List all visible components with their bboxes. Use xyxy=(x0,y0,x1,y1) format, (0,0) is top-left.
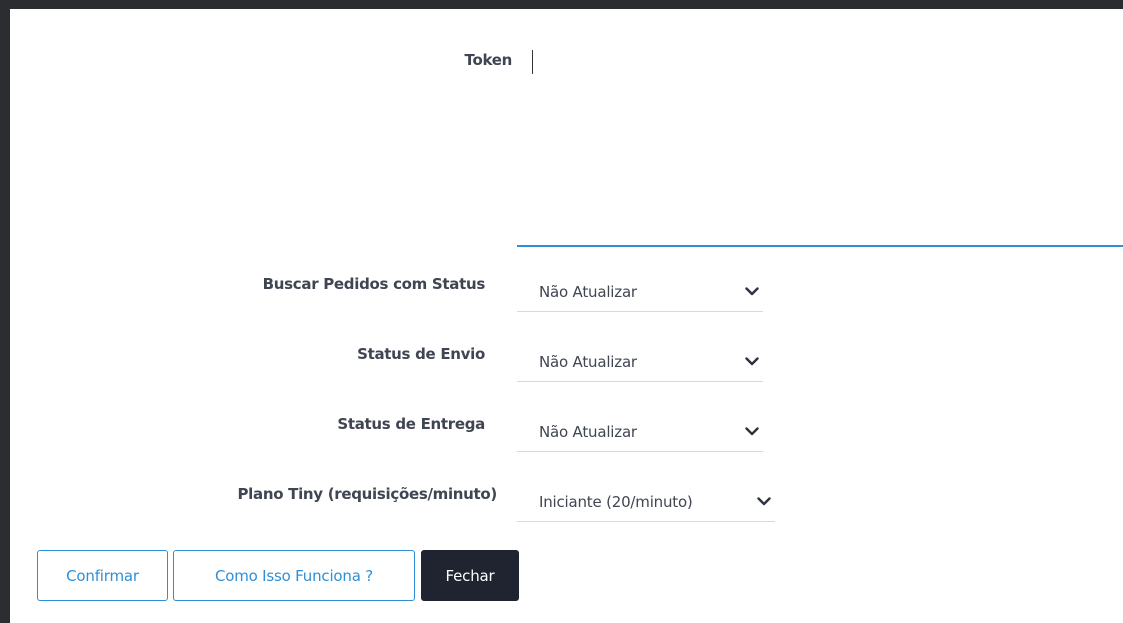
how-it-works-button[interactable]: Como Isso Funciona ? xyxy=(173,550,415,601)
text-cursor xyxy=(532,50,533,74)
settings-dialog: Token Buscar Pedidos com Status Não Atua… xyxy=(10,9,1123,623)
delivery-status-select[interactable]: Não Atualizar xyxy=(517,412,763,452)
chevron-down-icon xyxy=(741,351,763,373)
shipping-status-label: Status de Envio xyxy=(357,345,485,363)
close-button[interactable]: Fechar xyxy=(421,550,519,601)
order-status-value: Não Atualizar xyxy=(539,282,637,301)
shipping-status-value: Não Atualizar xyxy=(539,352,637,371)
order-status-select[interactable]: Não Atualizar xyxy=(517,272,763,312)
chevron-down-icon xyxy=(753,491,775,513)
chevron-down-icon xyxy=(741,281,763,303)
tiny-plan-select[interactable]: Iniciante (20/minuto) xyxy=(517,482,775,522)
confirm-button[interactable]: Confirmar xyxy=(37,550,168,601)
tiny-plan-value: Iniciante (20/minuto) xyxy=(539,492,693,511)
delivery-status-label: Status de Entrega xyxy=(337,415,485,433)
tiny-plan-label: Plano Tiny (requisições/minuto) xyxy=(237,485,497,503)
shipping-status-select[interactable]: Não Atualizar xyxy=(517,342,763,382)
order-status-label: Buscar Pedidos com Status xyxy=(262,275,486,293)
delivery-status-value: Não Atualizar xyxy=(539,422,637,441)
token-textarea[interactable] xyxy=(517,39,1123,247)
token-label: Token xyxy=(464,51,513,69)
chevron-down-icon xyxy=(741,421,763,443)
